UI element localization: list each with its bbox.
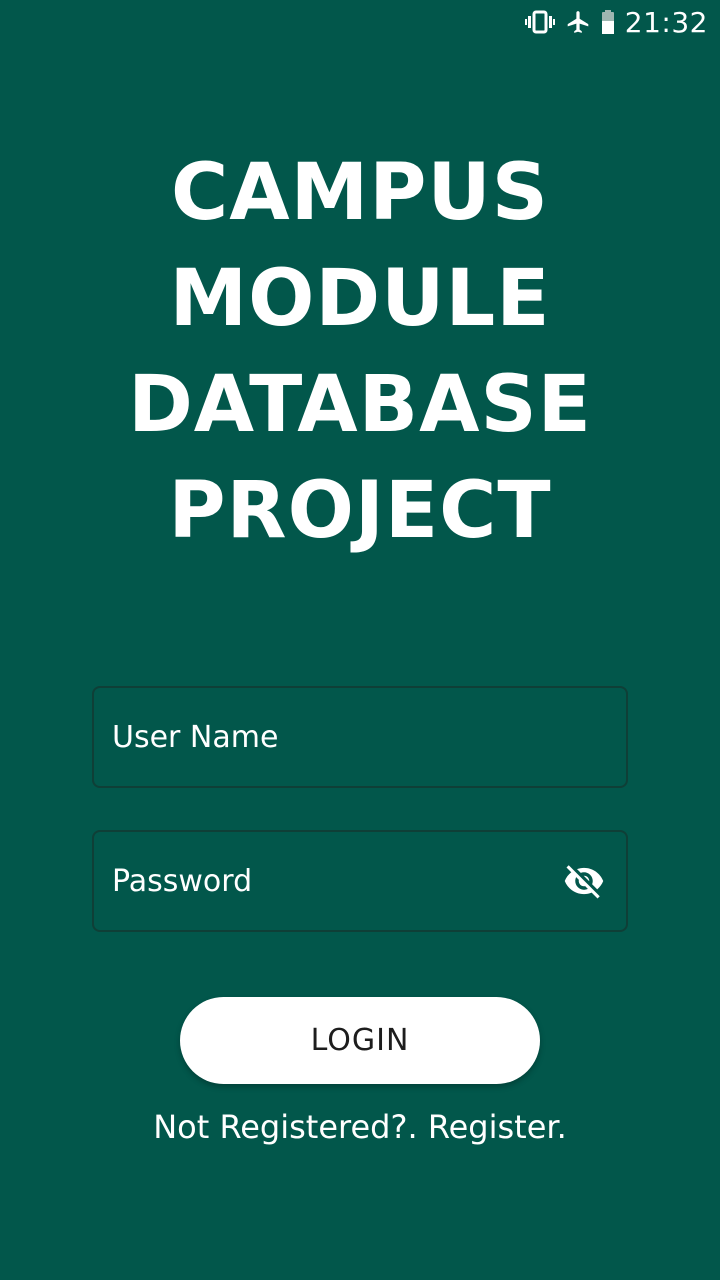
status-time: 21:32 <box>624 5 708 39</box>
login-screen: 21:32 CAMPUS MODULE DATABASE PROJECT LOG… <box>0 0 720 1280</box>
login-button[interactable]: LOGIN <box>180 997 540 1084</box>
app-title-line-1: CAMPUS MODULE <box>169 148 551 344</box>
status-bar: 21:32 <box>524 0 720 44</box>
app-title-line-2: DATABASE <box>128 360 592 450</box>
airplane-mode-icon <box>565 9 591 35</box>
app-title: CAMPUS MODULE DATABASE PROJECT <box>0 140 720 564</box>
password-input[interactable] <box>112 863 532 899</box>
username-field[interactable] <box>92 686 628 788</box>
battery-icon <box>601 9 615 35</box>
register-link[interactable]: Not Registered?. Register. <box>0 1108 720 1146</box>
password-field[interactable] <box>92 830 628 932</box>
username-input[interactable] <box>112 719 532 755</box>
visibility-off-icon[interactable] <box>562 859 606 903</box>
vibrate-icon <box>524 9 555 35</box>
app-title-line-3: PROJECT <box>168 466 552 556</box>
